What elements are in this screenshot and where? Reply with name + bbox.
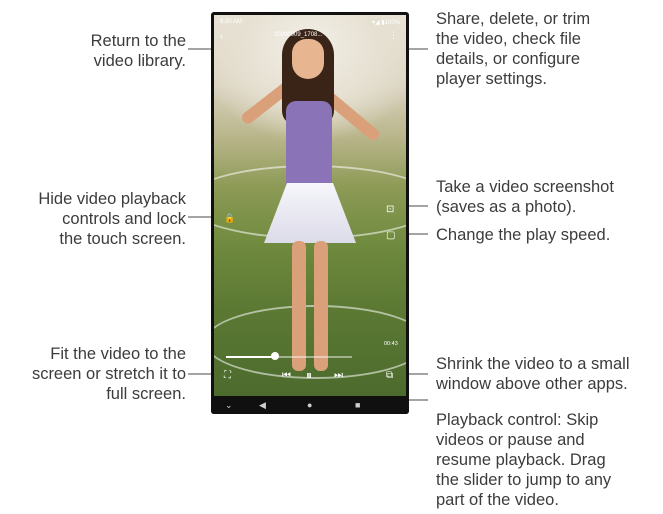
playback-timecode: 00:43	[384, 341, 398, 347]
girl-top	[286, 101, 332, 187]
navigation-bar: ⌄ ◀ ● ■	[211, 396, 409, 414]
girl-face	[292, 39, 324, 79]
video-filename: 20200909_1708...	[274, 32, 323, 38]
popup-player-icon[interactable]: ⧉	[386, 371, 393, 381]
callout-playback-control: Playback control: Skip videos or pause a…	[436, 411, 612, 509]
playback-slider-thumb[interactable]	[271, 352, 279, 360]
next-video-icon[interactable]: ⏭	[334, 371, 343, 381]
nav-back-icon[interactable]: ◀	[259, 400, 266, 411]
nav-hide-icon[interactable]: ⌄	[225, 400, 233, 411]
previous-video-icon[interactable]: ⏮	[282, 371, 291, 381]
callout-screenshot: Take a video screenshot (saves as a phot…	[436, 178, 614, 216]
girl-leg	[314, 241, 328, 371]
callout-play-speed: Change the play speed.	[436, 226, 611, 244]
status-time: 8:30 AM	[220, 19, 243, 25]
fit-screen-icon[interactable]: ⛶	[224, 371, 231, 381]
pause-icon[interactable]: ⏸	[306, 369, 312, 381]
more-options-icon[interactable]: ⋮	[389, 30, 398, 41]
callout-fit-video: Fit the video to the screen or stretch i…	[31, 345, 186, 403]
lock-icon[interactable]: 🔒	[224, 213, 235, 223]
video-frame: 8:30 AM ▾◢ ▮100% ‹ 20200909_1708... ⋮ 🔒 …	[214, 15, 406, 400]
callout-return-library: Return to the video library.	[90, 32, 186, 70]
video-title-bar: ‹ 20200909_1708... ⋮	[214, 29, 406, 43]
phone-screen: 8:30 AM ▾◢ ▮100% ‹ 20200909_1708... ⋮ 🔒 …	[211, 12, 409, 414]
nav-home-icon[interactable]: ●	[307, 400, 312, 410]
playback-slider-fill	[226, 356, 274, 358]
girl-leg	[292, 241, 306, 371]
status-bar: 8:30 AM ▾◢ ▮100%	[214, 15, 406, 29]
screenshot-icon[interactable]: ⊡	[386, 205, 394, 215]
status-icons: ▾◢ ▮100%	[372, 20, 400, 26]
nav-recent-icon[interactable]: ■	[355, 400, 360, 410]
callout-shrink-video: Shrink the video to a small window above…	[436, 355, 630, 393]
callout-share-menu: Share, delete, or trim the video, check …	[436, 10, 591, 88]
play-speed-icon[interactable]: ▢	[386, 231, 395, 241]
callout-hide-controls: Hide video playback controls and lock th…	[38, 190, 186, 248]
back-arrow-icon[interactable]: ‹	[220, 31, 223, 41]
